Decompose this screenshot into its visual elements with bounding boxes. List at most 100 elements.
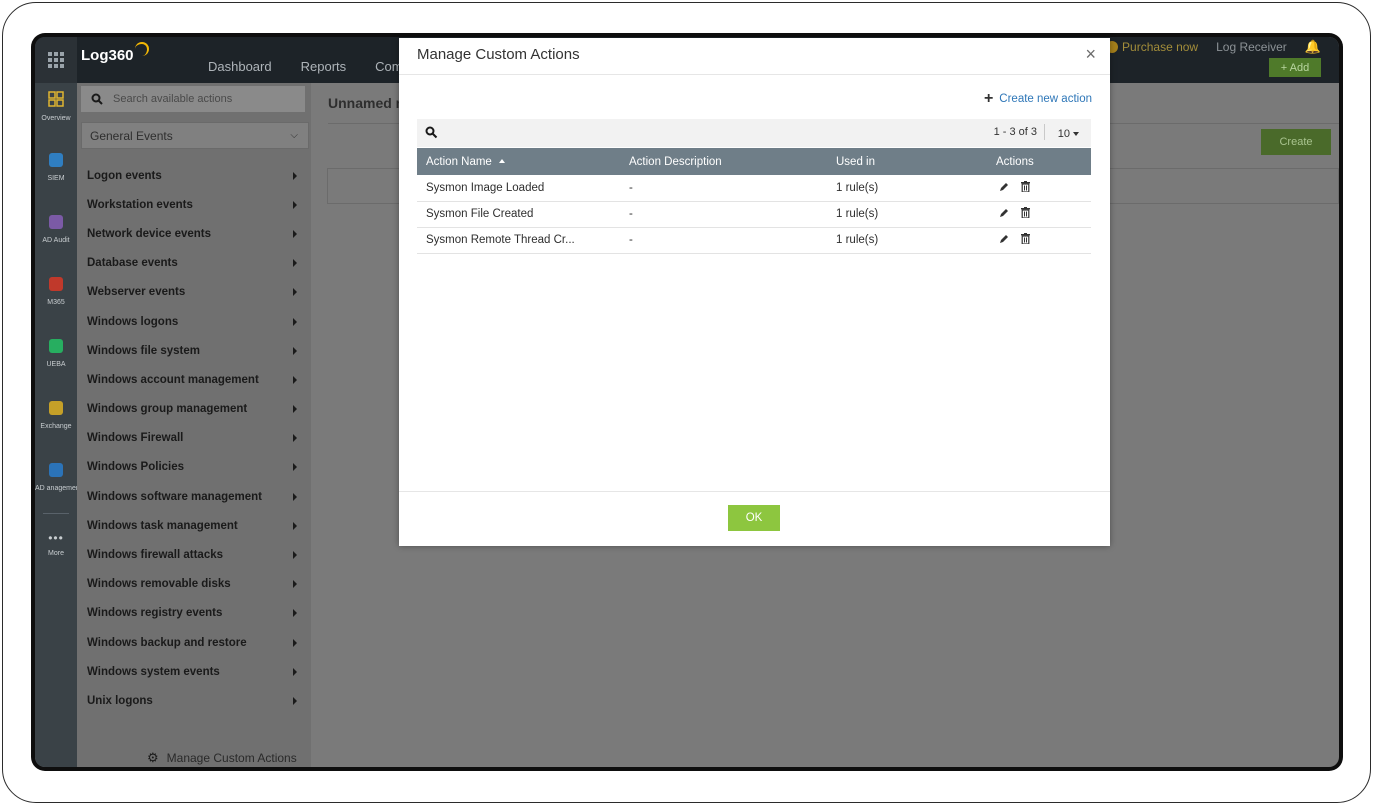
table-row: Sysmon Image Loaded - 1 rule(s) [417, 175, 1091, 202]
ad-audit-icon [49, 215, 63, 229]
nav-reports[interactable]: Reports [301, 59, 347, 74]
dialog-footer-divider [399, 491, 1110, 492]
actions-cell [987, 227, 1091, 254]
pagination-count: 1 - 3 of 3 [993, 126, 1037, 138]
caret-right-icon [293, 229, 297, 238]
caret-right-icon [293, 551, 297, 560]
caret-right-icon [293, 171, 297, 180]
delete-icon[interactable] [1021, 181, 1030, 192]
actions-cell [987, 201, 1091, 228]
search-icon[interactable] [425, 126, 438, 139]
rail-item-overview[interactable]: Overview [35, 91, 77, 122]
sidebar-item[interactable]: Windows software management [77, 482, 311, 511]
nav-dashboard[interactable]: Dashboard [208, 59, 272, 74]
category-value: General Events [90, 128, 173, 143]
plus-icon: + [983, 90, 994, 107]
manage-custom-actions-dialog: Manage Custom Actions × + Create new act… [399, 38, 1110, 546]
caret-right-icon [293, 375, 297, 384]
caret-right-icon [293, 638, 297, 647]
rail-item-siem[interactable]: SIEM [35, 153, 77, 182]
rail-item-ad-audit[interactable]: AD Audit [35, 215, 77, 244]
caret-right-icon [293, 288, 297, 297]
event-category-list: Logon events Workstation events Network … [77, 161, 311, 716]
dialog-title: Manage Custom Actions [417, 46, 580, 63]
used-in-cell: 1 rule(s) [827, 227, 987, 254]
rail-item-m365[interactable]: M365 [35, 277, 77, 306]
sidebar-item[interactable]: Windows Firewall [77, 424, 311, 453]
sidebar-item[interactable]: Windows firewall attacks [77, 540, 311, 569]
top-right-links: Purchase now Log Receiver 🔔 [1106, 39, 1321, 55]
caret-right-icon [293, 463, 297, 472]
edit-icon[interactable] [999, 208, 1009, 218]
caret-right-icon [293, 667, 297, 676]
dialog-header: Manage Custom Actions × [399, 38, 1110, 75]
action-name-cell: Sysmon Remote Thread Cr... [417, 227, 620, 254]
edit-icon[interactable] [999, 234, 1009, 244]
app-grid-button[interactable] [35, 37, 77, 83]
close-icon[interactable]: × [1085, 44, 1096, 65]
more-icon: ••• [48, 531, 64, 545]
sidebar-item[interactable]: Windows group management [77, 395, 311, 424]
caret-right-icon [293, 696, 297, 705]
add-button[interactable]: + Add [1269, 58, 1321, 77]
table-row: Sysmon File Created - 1 rule(s) [417, 201, 1091, 228]
search-icon [91, 93, 103, 105]
sidebar-search[interactable]: Search available actions [81, 86, 305, 112]
sidebar-item[interactable]: Windows backup and restore [77, 628, 311, 657]
sort-ascending-icon [498, 158, 505, 163]
sidebar-item[interactable]: Workstation events [77, 190, 311, 219]
delete-icon[interactable] [1021, 207, 1030, 219]
create-button[interactable]: Create [1261, 129, 1331, 155]
sidebar-item[interactable]: Webserver events [77, 278, 311, 307]
gear-icon: ⚙ [147, 750, 159, 765]
sidebar-item[interactable]: Windows registry events [77, 599, 311, 628]
ueba-icon [49, 339, 63, 353]
action-description-cell: - [620, 201, 827, 228]
sidebar-item[interactable]: Network device events [77, 219, 311, 248]
action-name-cell: Sysmon File Created [417, 201, 620, 228]
action-description-cell: - [620, 175, 827, 202]
exchange-icon [49, 401, 63, 415]
create-new-action-link[interactable]: + Create new action [983, 90, 1092, 107]
sidebar-item[interactable]: Windows removable disks [77, 570, 311, 599]
actions-cell [987, 175, 1091, 202]
sidebar-item[interactable]: Windows system events [77, 657, 311, 686]
sidebar-item[interactable]: Windows logons [77, 307, 311, 336]
sidebar-item[interactable]: Windows file system [77, 336, 311, 365]
sidebar-item[interactable]: Unix logons [77, 686, 311, 715]
delete-icon[interactable] [1021, 233, 1030, 245]
used-in-cell: 1 rule(s) [827, 201, 987, 228]
sidebar-item[interactable]: Windows account management [77, 365, 311, 394]
caret-right-icon [293, 492, 297, 501]
log-receiver-link[interactable]: Log Receiver [1216, 40, 1287, 54]
toolbar-divider [1044, 124, 1045, 140]
siem-icon [49, 153, 63, 167]
used-in-cell: 1 rule(s) [827, 175, 987, 202]
edit-icon[interactable] [999, 182, 1009, 192]
per-page-select[interactable]: 10 [1058, 128, 1079, 140]
manage-custom-actions-link[interactable]: ⚙ Manage Custom Actions [147, 750, 297, 766]
m365-icon [49, 277, 63, 291]
sidebar-item[interactable]: Windows Policies [77, 453, 311, 482]
caret-right-icon [293, 580, 297, 589]
column-header-action-name[interactable]: Action Name [417, 148, 620, 175]
sidebar-item[interactable]: Database events [77, 249, 311, 278]
caret-right-icon [293, 259, 297, 268]
ok-button[interactable]: OK [728, 505, 780, 531]
rail-item-exchange[interactable]: Exchange [35, 401, 77, 430]
overview-icon [48, 91, 64, 107]
sidebar-item[interactable]: Logon events [77, 161, 311, 190]
purchase-now-link[interactable]: Purchase now [1106, 40, 1198, 54]
notification-bell-icon[interactable]: 🔔 [1305, 39, 1321, 55]
caret-right-icon [293, 317, 297, 326]
rail-item-ad-management[interactable]: AD anagement [35, 463, 82, 492]
search-placeholder: Search available actions [113, 93, 233, 105]
caret-right-icon [293, 346, 297, 355]
category-select[interactable]: General Events ⌵ [81, 122, 309, 149]
grid-icon [48, 52, 64, 68]
rail-item-ueba[interactable]: UEBA [35, 339, 77, 368]
table-toolbar: 1 - 3 of 3 10 [417, 119, 1091, 147]
sidebar-item[interactable]: Windows task management [77, 511, 311, 540]
rail-item-more[interactable]: ••• More [35, 529, 77, 557]
caret-right-icon [293, 434, 297, 443]
